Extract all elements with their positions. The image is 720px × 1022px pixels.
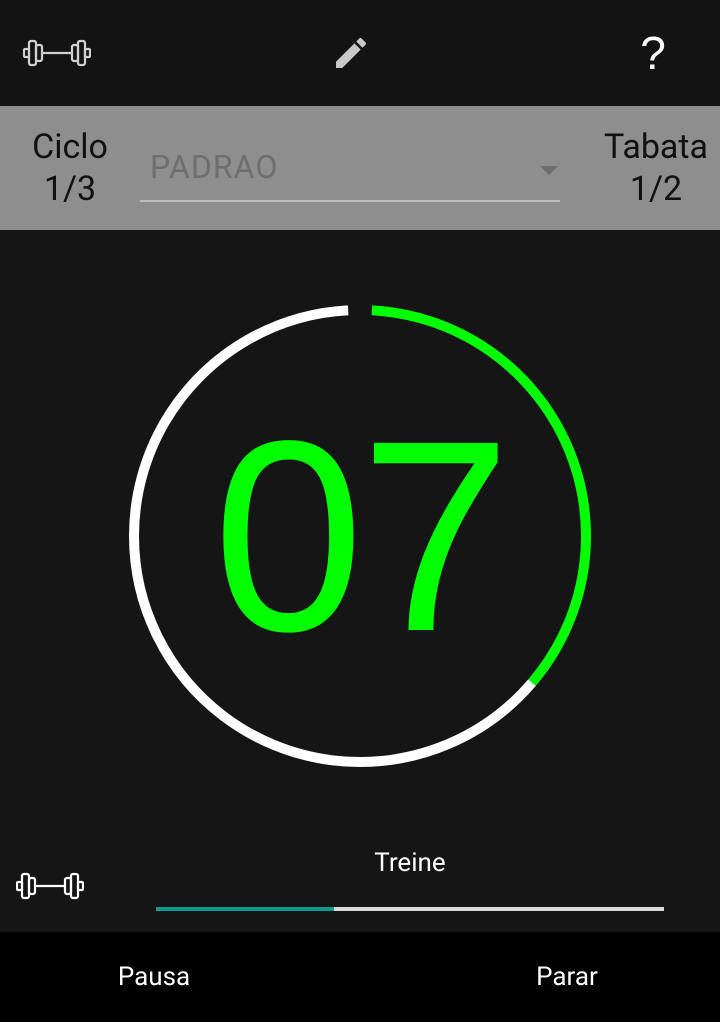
stop-label: Parar [536, 962, 598, 992]
phase-label: Treine [374, 848, 446, 878]
stop-button[interactable]: Parar [472, 932, 662, 1022]
phase-progress-bar [156, 907, 664, 911]
pause-label: Pausa [117, 962, 191, 992]
pause-button[interactable]: Pausa [60, 932, 248, 1022]
preset-value: PADRAO [150, 148, 279, 186]
tabata-counter: Tabata 1/2 [594, 126, 718, 210]
pencil-icon [336, 37, 367, 68]
dumbbell-icon [16, 872, 84, 900]
help-label: ? [640, 27, 666, 79]
top-toolbar: ? [0, 0, 720, 106]
info-bar: Ciclo 1/3 PADRAO Tabata 1/2 [0, 106, 720, 230]
tabata-timer-screen: ? Ciclo 1/3 PADRAO Tabata 1/2 07 Treine … [0, 0, 720, 1022]
cycle-counter: Ciclo 1/3 [20, 126, 120, 210]
dumbbell-icon [23, 39, 91, 67]
help-button[interactable]: ? [618, 18, 688, 88]
cycle-label: Ciclo [32, 127, 108, 167]
phase-icon-button [14, 852, 86, 920]
dropdown-arrow-icon [540, 166, 558, 175]
preset-dropdown[interactable]: PADRAO [140, 138, 560, 202]
edit-button[interactable] [316, 18, 386, 88]
cycle-value: 1/3 [43, 169, 97, 209]
timer-digits: 07 [212, 383, 512, 688]
tabata-label: Tabata [603, 127, 709, 167]
phase-progress-fill [156, 907, 334, 911]
tabata-value: 1/2 [629, 169, 683, 209]
countdown-timer: 07 [120, 296, 600, 776]
action-bar: Pausa Parar [0, 932, 720, 1022]
workout-button[interactable] [22, 18, 92, 88]
